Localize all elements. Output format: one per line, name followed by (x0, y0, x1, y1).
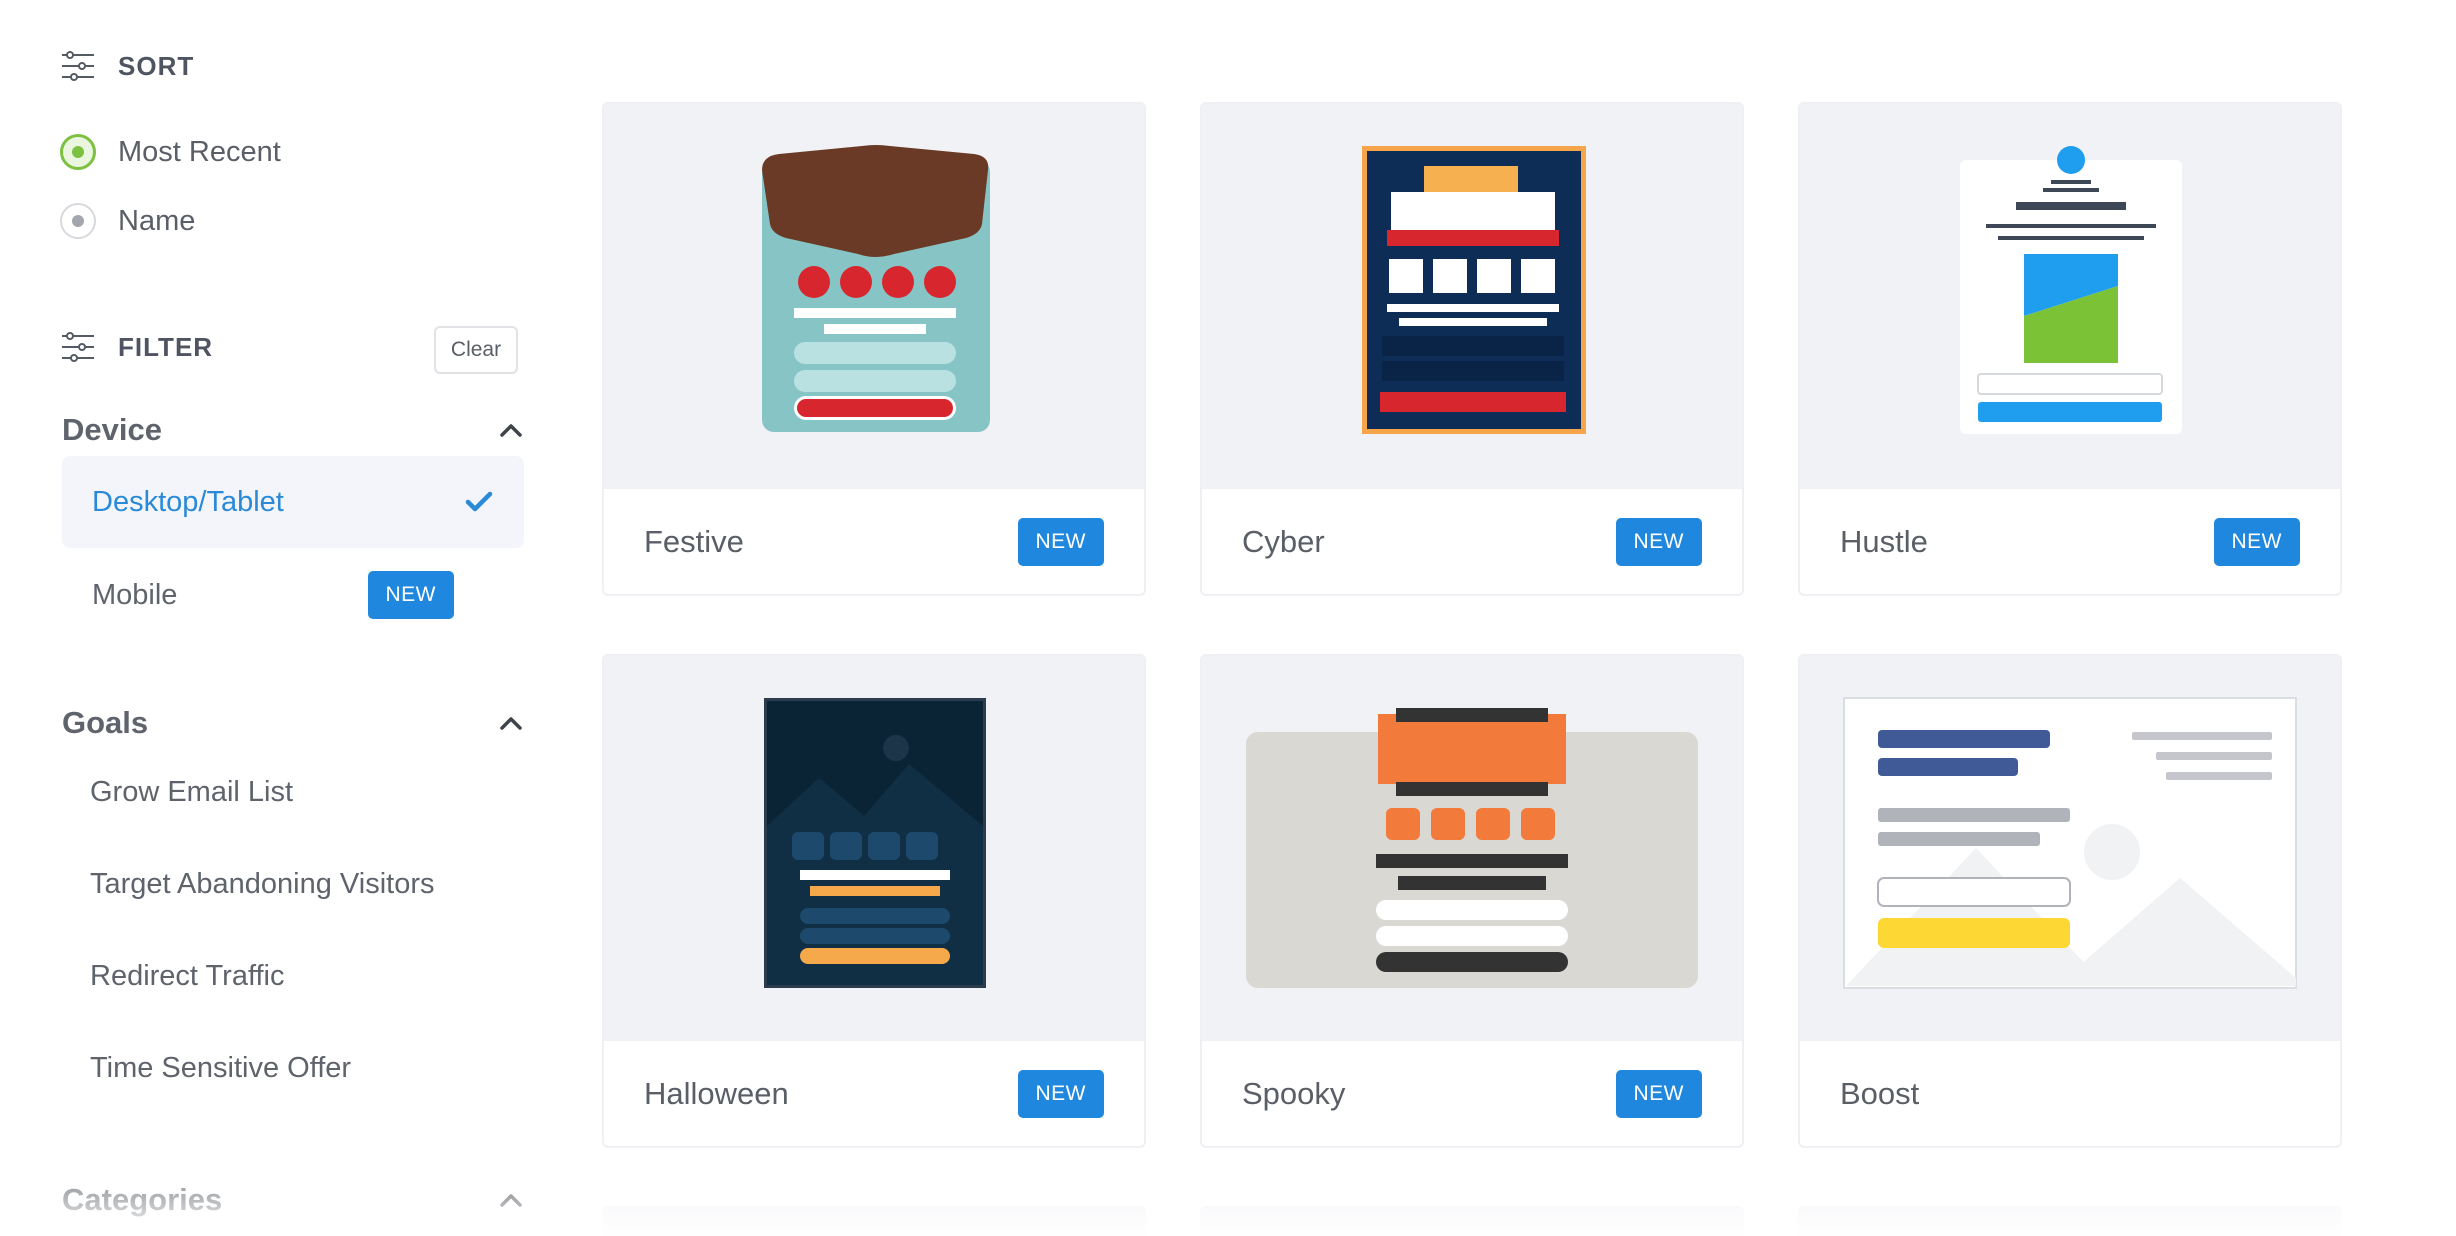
sliders-icon (62, 51, 94, 81)
device-option-label: Desktop/Tablet (92, 485, 284, 518)
device-group-title: Device (62, 412, 162, 447)
filter-header: FILTER (60, 329, 213, 365)
device-option-label: Mobile (92, 578, 178, 611)
sort-most-recent-radio[interactable]: Most Recent (60, 134, 281, 170)
template-thumbnail (1202, 656, 1742, 1041)
template-name: Festive (644, 523, 744, 559)
sort-option-label: Most Recent (118, 135, 281, 168)
template-card-halloween[interactable]: Halloween NEW (602, 654, 1146, 1148)
sliders-icon (62, 332, 94, 362)
new-badge: NEW (367, 571, 454, 619)
new-badge: NEW (1017, 1069, 1104, 1118)
hustle-preview-illustration (1960, 146, 2182, 434)
clear-filter-button[interactable]: Clear (434, 326, 518, 374)
goal-item-redirect-traffic[interactable]: Redirect Traffic (90, 960, 284, 993)
chevron-up-icon (500, 424, 522, 437)
template-card-footer: Halloween NEW (604, 1041, 1144, 1146)
template-name: Hustle (1840, 523, 1928, 559)
goals-group-header[interactable]: Goals (62, 705, 524, 741)
template-thumbnail (1800, 656, 2340, 1041)
chevron-up-icon (500, 1194, 522, 1207)
goal-item-time-sensitive-offer[interactable]: Time Sensitive Offer (90, 1052, 351, 1085)
device-option-mobile[interactable]: Mobile NEW (62, 549, 524, 641)
new-badge: NEW (1615, 1069, 1702, 1118)
template-name: Halloween (644, 1075, 789, 1111)
spooky-preview-illustration (1246, 708, 1698, 988)
template-card-partial[interactable] (1200, 1206, 1744, 1236)
new-badge: NEW (1017, 517, 1104, 566)
halloween-preview-illustration (764, 698, 986, 988)
template-card-partial[interactable] (1798, 1206, 2342, 1236)
new-badge: NEW (2213, 517, 2300, 566)
sort-title: SORT (118, 50, 195, 81)
radio-selected-icon (60, 134, 96, 170)
checkmark-icon (465, 491, 493, 512)
sort-header: SORT (60, 48, 194, 84)
cyber-preview-illustration (1362, 146, 1586, 434)
template-name: Boost (1840, 1075, 1920, 1111)
filter-title: FILTER (118, 331, 214, 362)
template-card-hustle[interactable]: Hustle NEW (1798, 102, 2342, 596)
radio-unselected-icon (60, 203, 96, 239)
categories-group-title: Categories (62, 1182, 223, 1217)
template-card-cyber[interactable]: Cyber NEW (1200, 102, 1744, 596)
sort-name-radio[interactable]: Name (60, 203, 195, 239)
template-card-partial[interactable] (602, 1206, 1146, 1236)
chevron-up-icon (500, 717, 522, 730)
template-card-footer: Cyber NEW (1202, 489, 1742, 594)
template-card-spooky[interactable]: Spooky NEW (1200, 654, 1744, 1148)
template-thumbnail (604, 656, 1144, 1041)
template-name: Spooky (1242, 1075, 1346, 1111)
sidebar: SORT Most Recent Name FILTER Clear Devic… (0, 0, 560, 1236)
template-card-footer: Spooky NEW (1202, 1041, 1742, 1146)
sort-option-label: Name (118, 204, 196, 237)
goals-group-title: Goals (62, 705, 149, 740)
categories-group-header[interactable]: Categories (62, 1182, 524, 1218)
device-group-header[interactable]: Device (62, 412, 524, 448)
template-thumbnail (604, 104, 1144, 489)
template-card-boost[interactable]: Boost (1798, 654, 2342, 1148)
template-thumbnail (1800, 104, 2340, 489)
goal-item-target-abandoning-visitors[interactable]: Target Abandoning Visitors (90, 868, 434, 901)
new-badge: NEW (1615, 517, 1702, 566)
template-card-footer: Boost (1800, 1041, 2340, 1146)
template-card-festive[interactable]: Festive NEW (602, 102, 1146, 596)
template-card-footer: Festive NEW (604, 489, 1144, 594)
goal-item-grow-email-list[interactable]: Grow Email List (90, 776, 293, 809)
boost-preview-illustration (1843, 697, 2297, 989)
template-card-footer: Hustle NEW (1800, 489, 2340, 594)
template-thumbnail (1202, 104, 1742, 489)
device-option-desktop-tablet[interactable]: Desktop/Tablet (62, 456, 524, 548)
festive-preview-illustration (762, 145, 990, 432)
template-name: Cyber (1242, 523, 1325, 559)
